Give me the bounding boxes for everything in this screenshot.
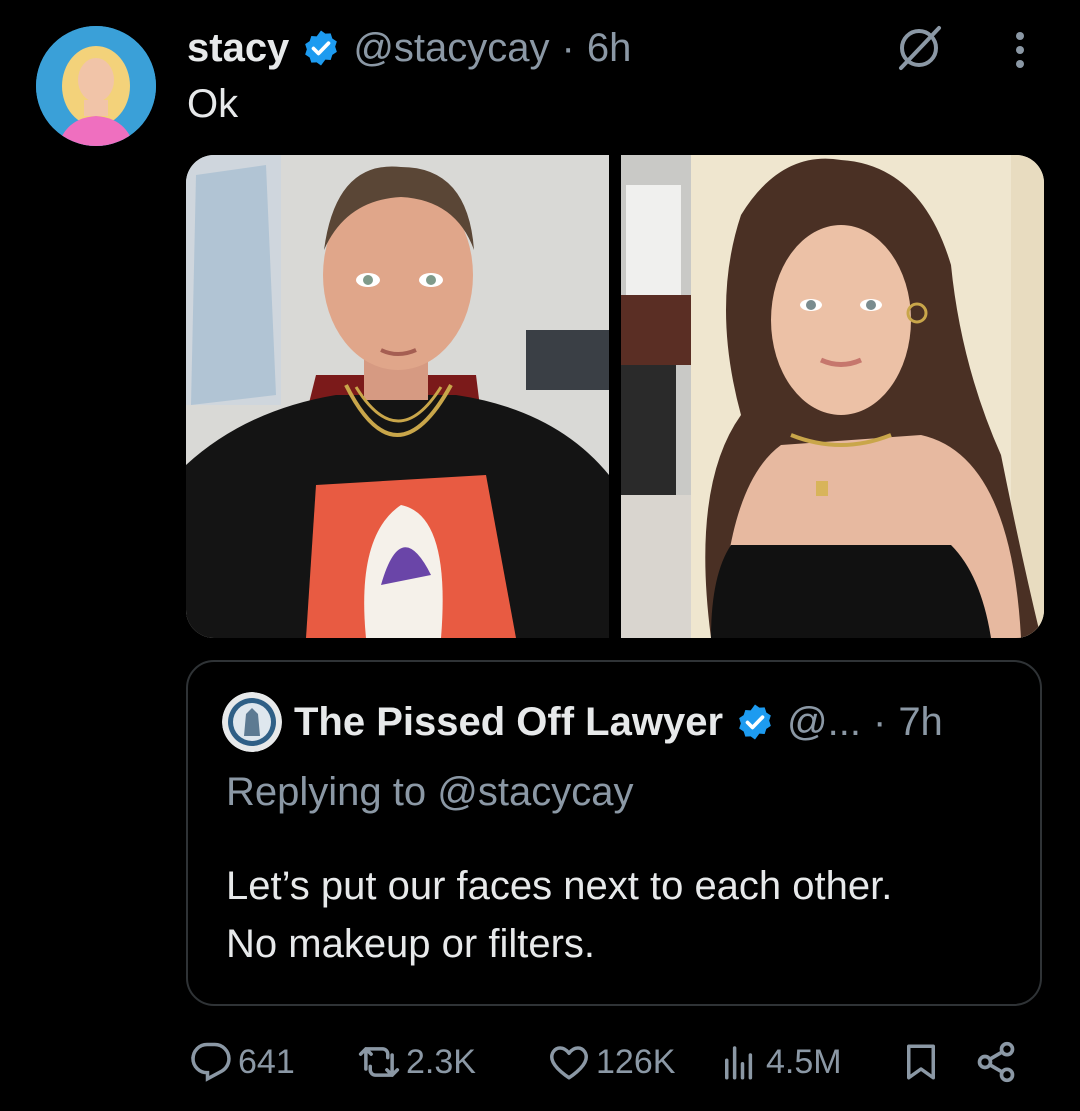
reply-icon: [191, 1042, 231, 1082]
repost-count: 2.3K: [406, 1042, 476, 1081]
quoted-avatar[interactable]: [222, 692, 282, 752]
share-button[interactable]: [974, 1040, 1018, 1084]
tweet-time[interactable]: 6h: [587, 26, 632, 71]
reply-count: 641: [238, 1042, 295, 1081]
media-photo-woman[interactable]: [621, 155, 1044, 638]
share-icon: [977, 1041, 1015, 1083]
quoted-body-line: No makeup or filters.: [226, 922, 596, 966]
quoted-body: Let’s put our faces next to each other. …: [226, 857, 1026, 973]
quoted-separator: ·: [872, 699, 887, 744]
views-count: 4.5M: [766, 1042, 842, 1081]
like-count: 126K: [596, 1042, 676, 1081]
verified-badge-icon: [735, 702, 775, 742]
quoted-body-line: Let’s put our faces next to each other.: [226, 864, 893, 908]
bookmark-button[interactable]: [900, 1041, 942, 1083]
grok-icon[interactable]: [893, 22, 945, 74]
author-avatar[interactable]: [36, 26, 156, 146]
author-handle[interactable]: @stacycay: [353, 26, 549, 71]
media-photo-man[interactable]: [186, 155, 609, 638]
reply-button[interactable]: 641: [190, 1041, 295, 1083]
views-icon: [725, 1046, 753, 1080]
quoted-tweet[interactable]: The Pissed Off Lawyer @... · 7h Replying…: [186, 660, 1042, 1006]
like-icon: [550, 1046, 588, 1080]
repost-icon: [358, 1047, 400, 1077]
quoted-author-name[interactable]: The Pissed Off Lawyer: [294, 700, 723, 745]
views-button[interactable]: 4.5M: [718, 1041, 842, 1083]
tweet-header: stacy @stacycay · 6h: [187, 22, 631, 74]
repost-button[interactable]: 2.3K: [358, 1041, 476, 1083]
bookmark-icon: [907, 1044, 935, 1080]
more-icon[interactable]: [1004, 28, 1036, 72]
header-separator: ·: [561, 25, 575, 70]
tweet-media: [186, 155, 1044, 638]
like-button[interactable]: 126K: [548, 1041, 675, 1083]
quoted-header: The Pissed Off Lawyer @... · 7h: [222, 692, 943, 752]
action-bar: 641 2.3K 126K 4.5M: [186, 1032, 1026, 1092]
verified-badge-icon: [301, 28, 341, 68]
author-name[interactable]: stacy: [187, 26, 289, 71]
quoted-time[interactable]: 7h: [898, 700, 943, 745]
quoted-reply-line: Replying to @stacycay: [226, 770, 634, 814]
tweet-text: Ok: [187, 82, 239, 126]
quoted-author-handle[interactable]: @...: [787, 700, 861, 745]
